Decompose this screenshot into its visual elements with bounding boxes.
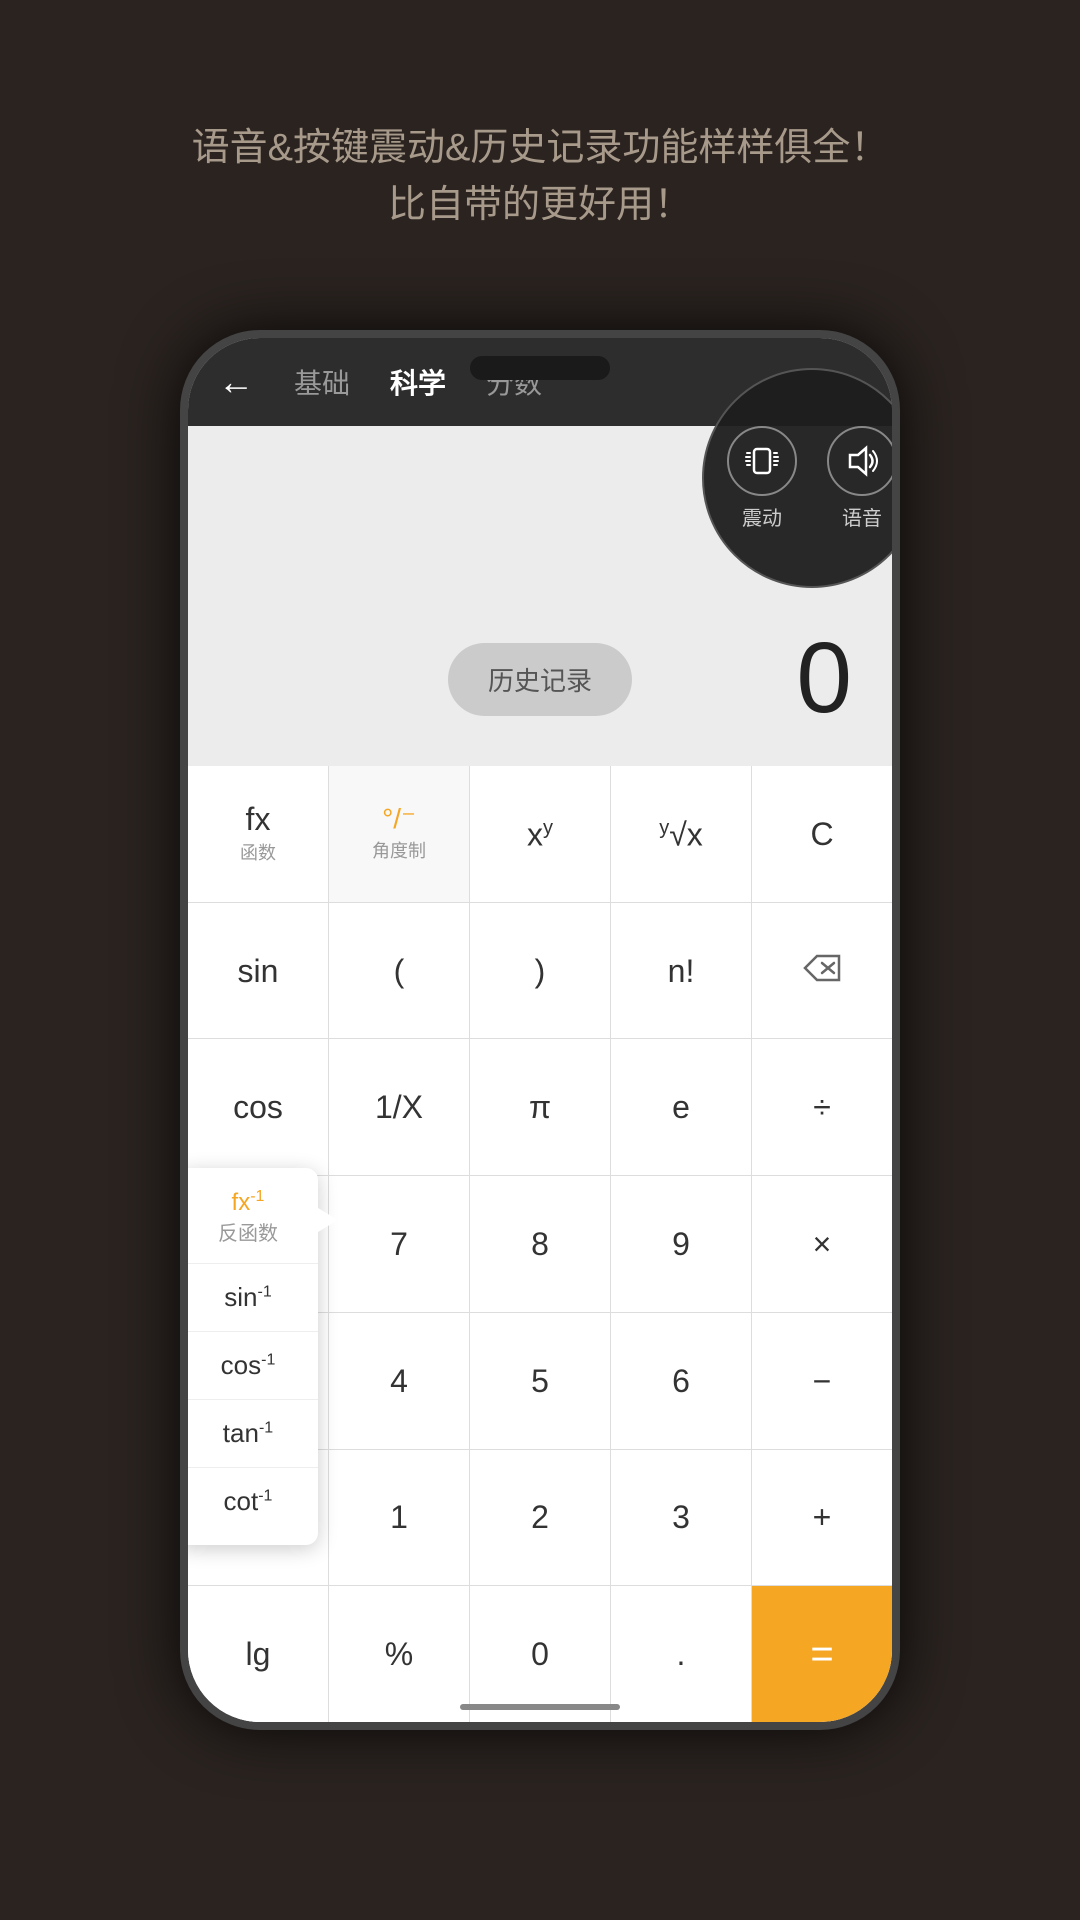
voice-button[interactable]: 语音: [827, 426, 897, 531]
display-number: 0: [796, 621, 852, 736]
voice-icon-circle: [827, 426, 897, 496]
key-8[interactable]: 8: [470, 1176, 610, 1312]
key-9[interactable]: 9: [611, 1176, 751, 1312]
key-factorial[interactable]: n!: [611, 903, 751, 1039]
key-4[interactable]: 4: [329, 1313, 469, 1449]
key-5[interactable]: 5: [470, 1313, 610, 1449]
tab-science[interactable]: 科学: [390, 362, 446, 402]
home-indicator: [460, 1704, 620, 1710]
tab-basic[interactable]: 基础: [294, 362, 350, 402]
popup-header: fx-1反函数: [180, 1178, 318, 1264]
popup-item-cot-inv[interactable]: cot-1: [180, 1468, 318, 1535]
key-multiply[interactable]: ×: [752, 1176, 892, 1312]
side-btn: [896, 518, 900, 598]
key-nthroot[interactable]: y√x: [611, 766, 751, 902]
voice-label: 语音: [842, 502, 882, 531]
phone-wrapper: 震动 语音 ← 基础 科学 分数: [180, 330, 900, 1810]
key-rparen[interactable]: ): [470, 903, 610, 1039]
phone-notch: [470, 356, 610, 380]
key-subtract[interactable]: −: [752, 1313, 892, 1449]
vibrate-label: 震动: [742, 502, 782, 531]
key-1[interactable]: 1: [329, 1450, 469, 1586]
key-pi[interactable]: π: [470, 1039, 610, 1175]
back-button[interactable]: ←: [218, 361, 254, 403]
key-sin[interactable]: sin: [188, 903, 328, 1039]
header-line1: 语音&按键震动&历史记录功能样样俱全！: [80, 120, 1000, 177]
popup-menu: fx-1反函数 sin-1 cos-1 tan-1 cot-1: [180, 1168, 318, 1545]
key-lparen[interactable]: (: [329, 903, 469, 1039]
key-divide[interactable]: ÷: [752, 1039, 892, 1175]
popup-item-sin-inv[interactable]: sin-1: [180, 1264, 318, 1332]
popup-item-tan-inv[interactable]: tan-1: [180, 1400, 318, 1468]
history-button[interactable]: 历史记录: [448, 643, 632, 716]
key-2[interactable]: 2: [470, 1450, 610, 1586]
vibrate-button[interactable]: 震动: [727, 426, 797, 531]
key-add[interactable]: +: [752, 1450, 892, 1586]
key-reciprocal[interactable]: 1/X: [329, 1039, 469, 1175]
key-cos[interactable]: cos: [188, 1039, 328, 1175]
key-lg[interactable]: lg: [188, 1586, 328, 1722]
vibrate-icon-circle: [727, 426, 797, 496]
key-clear[interactable]: C: [752, 766, 892, 902]
key-e[interactable]: e: [611, 1039, 751, 1175]
key-equals[interactable]: =: [752, 1586, 892, 1722]
key-percent[interactable]: %: [329, 1586, 469, 1722]
key-backspace[interactable]: [752, 903, 892, 1039]
key-7[interactable]: 7: [329, 1176, 469, 1312]
key-angle[interactable]: °/⁻ 角度制: [329, 766, 469, 902]
key-3[interactable]: 3: [611, 1450, 751, 1586]
key-pow[interactable]: xy: [470, 766, 610, 902]
key-dot[interactable]: .: [611, 1586, 751, 1722]
key-fx[interactable]: fx 函数: [188, 766, 328, 902]
phone-frame: 震动 语音 ← 基础 科学 分数: [180, 330, 900, 1730]
header-section: 语音&按键震动&历史记录功能样样俱全！ 比自带的更好用！: [0, 0, 1080, 294]
key-6[interactable]: 6: [611, 1313, 751, 1449]
header-line2: 比自带的更好用！: [80, 177, 1000, 234]
key-0[interactable]: 0: [470, 1586, 610, 1722]
popup-item-cos-inv[interactable]: cos-1: [180, 1332, 318, 1400]
